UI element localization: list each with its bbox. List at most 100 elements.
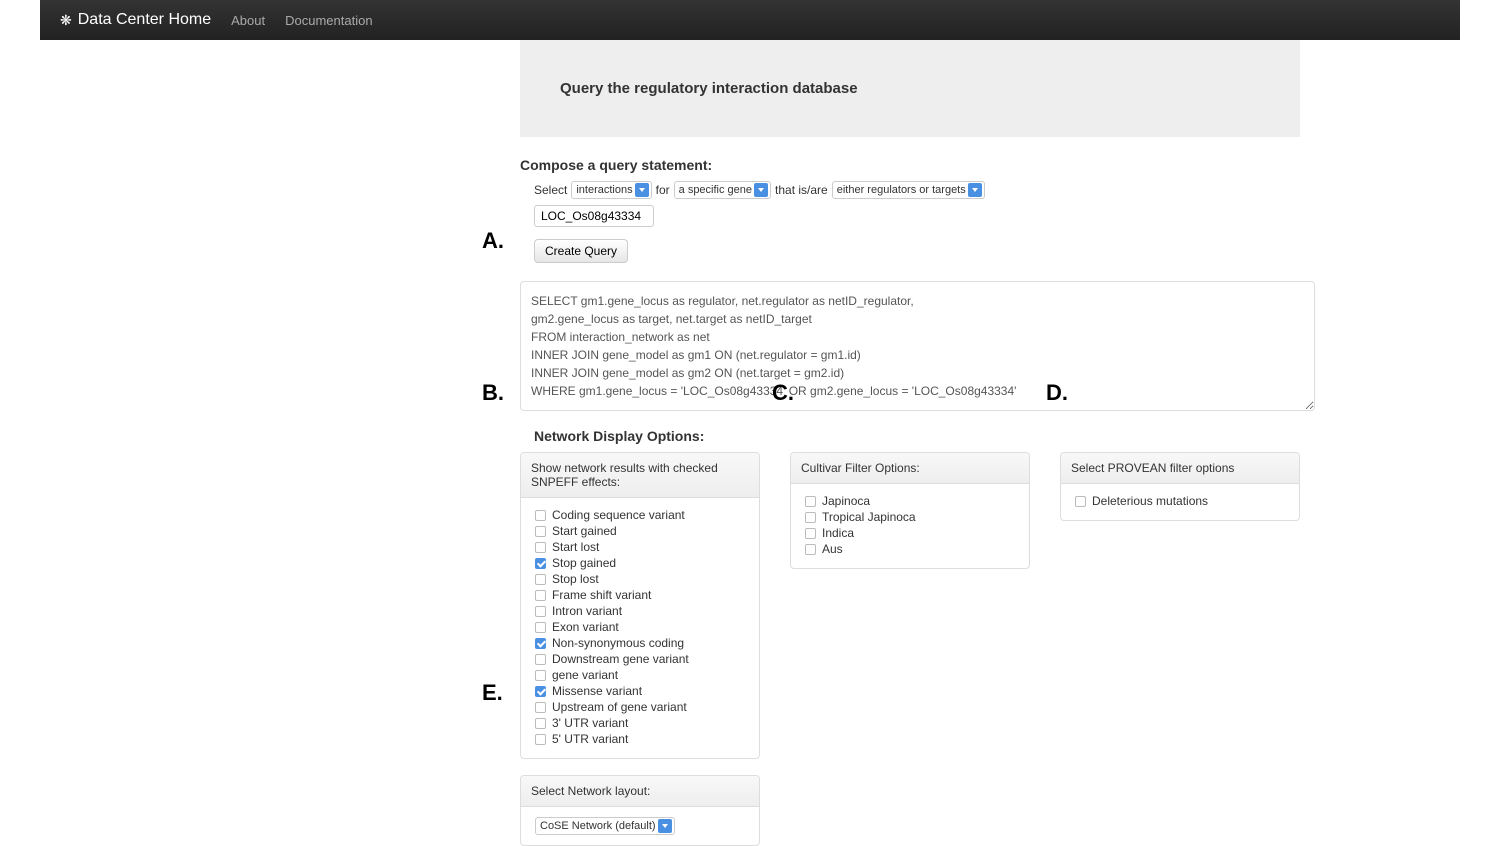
gene-input[interactable] xyxy=(534,205,654,227)
snpeff-item-label: Start lost xyxy=(552,540,599,554)
select-interactions[interactable]: interactions xyxy=(571,181,651,199)
cultivar-item[interactable]: Tropical Japinoca xyxy=(805,510,1015,524)
checkbox-icon[interactable] xyxy=(535,654,546,665)
chevron-down-icon xyxy=(968,183,982,197)
snpeff-item[interactable]: Stop gained xyxy=(535,556,745,570)
snpeff-item-label: Upstream of gene variant xyxy=(552,700,687,714)
snpeff-panel-body: Coding sequence variant Start gained Start… xyxy=(521,498,759,758)
hero-title: Query the regulatory interaction databas… xyxy=(560,80,1260,97)
cultivar-item[interactable]: Japinoca xyxy=(805,494,1015,508)
annotation-a: A. xyxy=(482,228,504,254)
snpeff-item[interactable]: Downstream gene variant xyxy=(535,652,745,666)
provean-item[interactable]: Deleterious mutations xyxy=(1075,494,1285,508)
checkbox-icon[interactable] xyxy=(535,638,546,649)
snpeff-item-label: Frame shift variant xyxy=(552,588,651,602)
checkbox-icon[interactable] xyxy=(535,558,546,569)
select-network-layout[interactable]: CoSE Network (default) xyxy=(535,817,675,835)
select-specific-gene[interactable]: a specific gene xyxy=(674,181,771,199)
checkbox-icon[interactable] xyxy=(535,590,546,601)
checkbox-icon[interactable] xyxy=(805,512,816,523)
compose-title: Compose a query statement: xyxy=(520,157,1320,173)
checkbox-icon[interactable] xyxy=(535,542,546,553)
snpeff-item[interactable]: 3' UTR variant xyxy=(535,716,745,730)
checkbox-icon[interactable] xyxy=(1075,496,1086,507)
sql-textarea[interactable] xyxy=(520,281,1315,411)
snpeff-item[interactable]: 5' UTR variant xyxy=(535,732,745,746)
snpeff-item-label: Missense variant xyxy=(552,684,642,698)
provean-panel: Select PROVEAN filter options Deleteriou… xyxy=(1060,452,1300,521)
select-specific-gene-value: a specific gene xyxy=(679,184,752,196)
cultivar-panel-header: Cultivar Filter Options: xyxy=(791,453,1029,484)
checkbox-icon[interactable] xyxy=(535,526,546,537)
select-regulators-targets[interactable]: either regulators or targets xyxy=(832,181,985,199)
checkbox-icon[interactable] xyxy=(535,702,546,713)
create-query-button[interactable]: Create Query xyxy=(534,239,628,263)
snpeff-item-label: 3' UTR variant xyxy=(552,716,628,730)
snpeff-item-label: Exon variant xyxy=(552,620,619,634)
cultivar-item-label: Aus xyxy=(822,542,843,556)
snpeff-item-label: Downstream gene variant xyxy=(552,652,689,666)
provean-panel-body: Deleterious mutations xyxy=(1061,484,1299,520)
snpeff-item[interactable]: Start gained xyxy=(535,524,745,538)
checkbox-icon[interactable] xyxy=(805,496,816,507)
checkbox-icon[interactable] xyxy=(535,574,546,585)
snpeff-item[interactable]: Non-synonymous coding xyxy=(535,636,745,650)
snpeff-panel-header: Show network results with checked SNPEFF… xyxy=(521,453,759,498)
snowflake-icon: ❋ xyxy=(60,12,72,29)
compose-mid1: for xyxy=(656,183,670,197)
checkbox-icon[interactable] xyxy=(535,622,546,633)
provean-panel-header: Select PROVEAN filter options xyxy=(1061,453,1299,484)
snpeff-item[interactable]: Coding sequence variant xyxy=(535,508,745,522)
checkbox-icon[interactable] xyxy=(805,544,816,555)
nav-link-about[interactable]: About xyxy=(231,13,265,28)
snpeff-item[interactable]: Stop lost xyxy=(535,572,745,586)
select-network-layout-value: CoSE Network (default) xyxy=(540,820,656,832)
cultivar-item[interactable]: Indica xyxy=(805,526,1015,540)
query-row: Select interactions for a specific gene … xyxy=(534,181,1320,199)
snpeff-panel: Show network results with checked SNPEFF… xyxy=(520,452,760,759)
checkbox-icon[interactable] xyxy=(535,606,546,617)
snpeff-item[interactable]: Exon variant xyxy=(535,620,745,634)
annotation-e: E. xyxy=(482,680,503,706)
checkbox-icon[interactable] xyxy=(535,686,546,697)
hero-panel: Query the regulatory interaction databas… xyxy=(520,40,1300,137)
snpeff-item-label: Intron variant xyxy=(552,604,622,618)
navbar-brand[interactable]: ❋ Data Center Home xyxy=(60,11,211,29)
provean-item-label: Deleterious mutations xyxy=(1092,494,1208,508)
cultivar-item-label: Japinoca xyxy=(822,494,870,508)
compose-prefix: Select xyxy=(534,183,567,197)
snpeff-item-label: 5' UTR variant xyxy=(552,732,628,746)
snpeff-item-label: gene variant xyxy=(552,668,618,682)
layout-panel-header: Select Network layout: xyxy=(521,776,759,807)
cultivar-item[interactable]: Aus xyxy=(805,542,1015,556)
checkbox-icon[interactable] xyxy=(535,734,546,745)
annotation-b: B. xyxy=(482,380,504,406)
nav-link-documentation[interactable]: Documentation xyxy=(285,13,372,28)
snpeff-item[interactable]: Upstream of gene variant xyxy=(535,700,745,714)
checkbox-icon[interactable] xyxy=(535,510,546,521)
network-display-title: Network Display Options: xyxy=(534,428,1320,444)
snpeff-item[interactable]: Frame shift variant xyxy=(535,588,745,602)
checkbox-icon[interactable] xyxy=(535,718,546,729)
navbar: ❋ Data Center Home About Documentation xyxy=(40,0,1460,40)
snpeff-item-label: Stop gained xyxy=(552,556,616,570)
snpeff-item[interactable]: gene variant xyxy=(535,668,745,682)
annotation-c: C. xyxy=(772,380,794,406)
snpeff-item-label: Stop lost xyxy=(552,572,599,586)
cultivar-item-label: Indica xyxy=(822,526,854,540)
checkbox-icon[interactable] xyxy=(535,670,546,681)
options-grid: Show network results with checked SNPEFF… xyxy=(520,452,1320,759)
cultivar-panel: Cultivar Filter Options: Japinoca Tropica… xyxy=(790,452,1030,569)
snpeff-item-label: Non-synonymous coding xyxy=(552,636,684,650)
checkbox-icon[interactable] xyxy=(805,528,816,539)
cultivar-panel-body: Japinoca Tropical Japinoca Indica Aus xyxy=(791,484,1029,568)
annotation-d: D. xyxy=(1046,380,1068,406)
snpeff-item[interactable]: Missense variant xyxy=(535,684,745,698)
snpeff-item[interactable]: Intron variant xyxy=(535,604,745,618)
select-interactions-value: interactions xyxy=(576,184,632,196)
snpeff-item-label: Start gained xyxy=(552,524,617,538)
cultivar-item-label: Tropical Japinoca xyxy=(822,510,916,524)
snpeff-item[interactable]: Start lost xyxy=(535,540,745,554)
compose-mid2: that is/are xyxy=(775,183,828,197)
navbar-brand-label: Data Center Home xyxy=(78,11,211,29)
